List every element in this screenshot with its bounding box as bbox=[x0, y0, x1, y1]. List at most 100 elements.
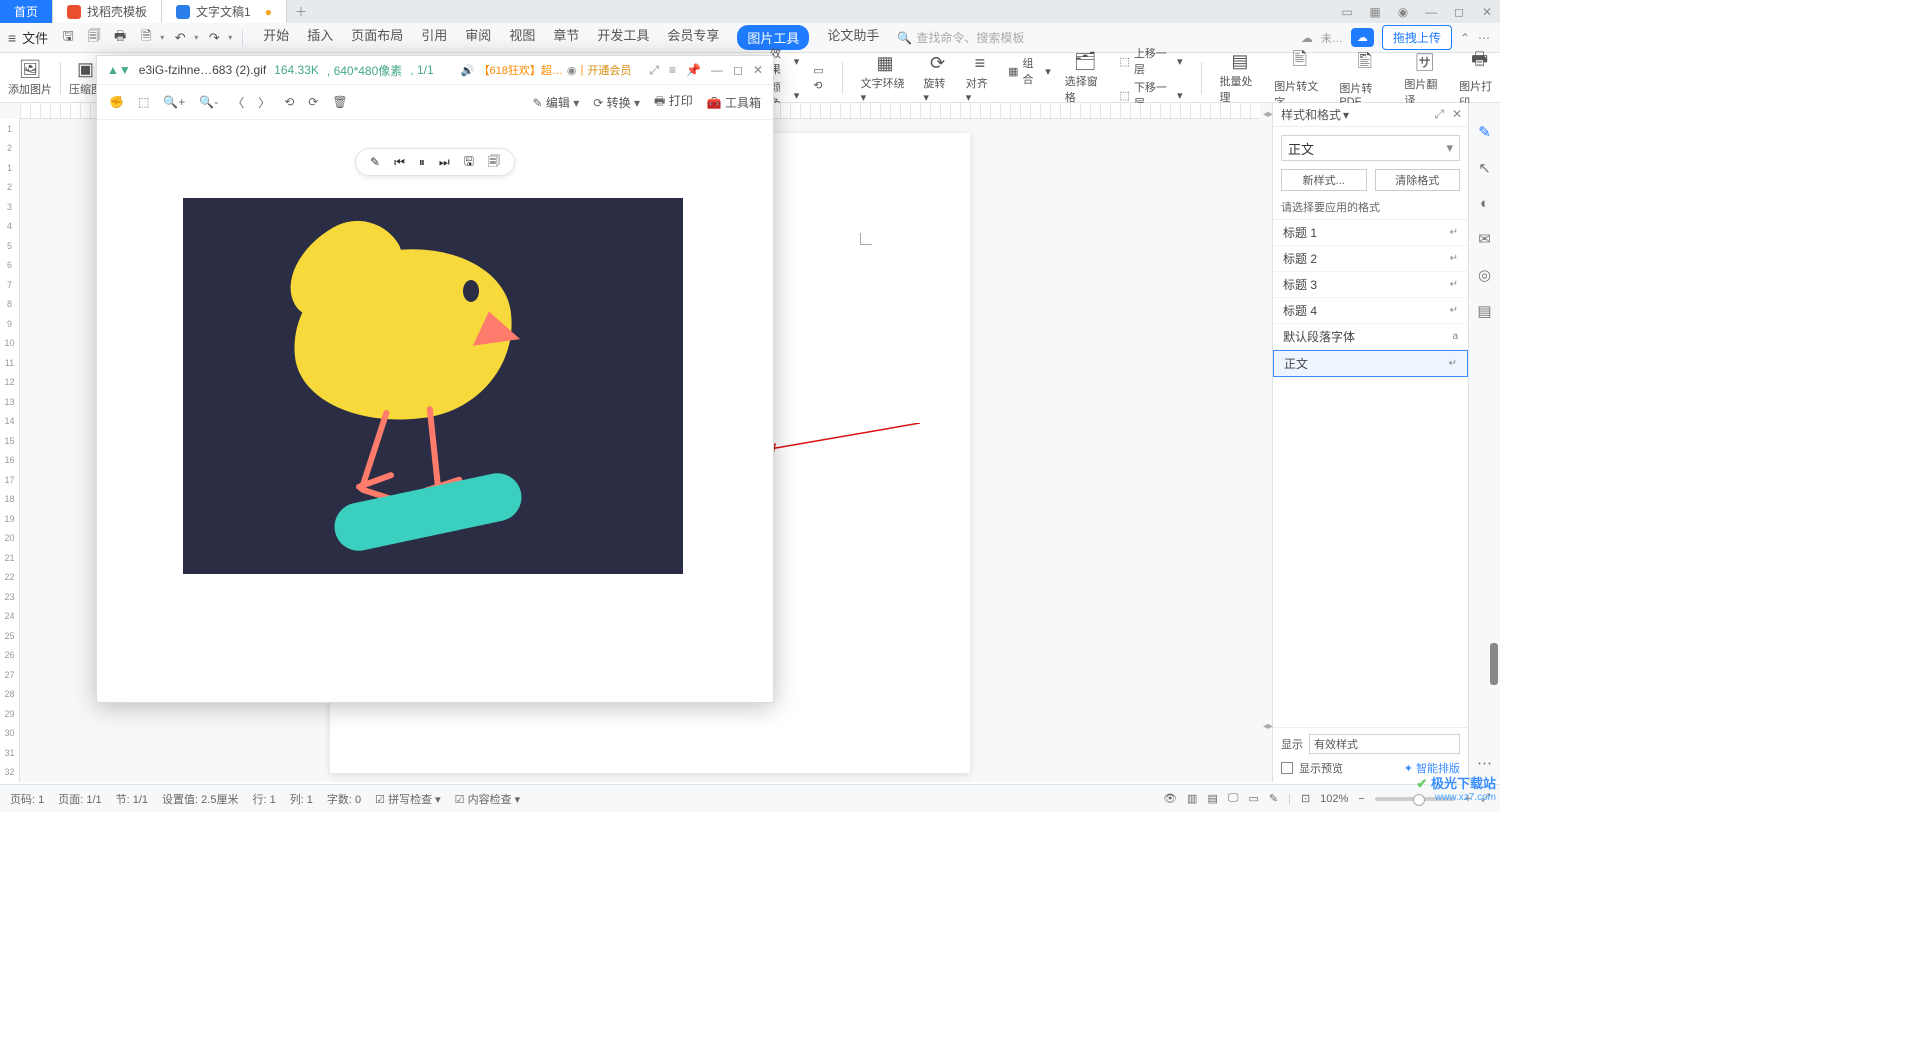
command-search[interactable]: 🔍 查找命令、搜索模板 bbox=[897, 29, 1024, 46]
status-zoom-value[interactable]: 102% bbox=[1320, 793, 1348, 805]
ribbon-bring-forward[interactable]: ⬚ 上移一层 ▾ bbox=[1120, 45, 1183, 77]
iv-convert-tool[interactable]: ⟳ 转换 ▾ bbox=[593, 94, 640, 111]
side-target-icon[interactable]: ◎ bbox=[1478, 266, 1491, 284]
iv-rotate-right-icon[interactable]: ⟳ bbox=[308, 95, 318, 109]
iv-edit-tool[interactable]: ✎ 编辑 ▾ bbox=[532, 94, 579, 111]
ribbon-pic-print[interactable]: 🖶图片打印 bbox=[1459, 47, 1500, 110]
side-cursor-icon[interactable]: ↖ bbox=[1478, 159, 1491, 177]
side-pen-icon[interactable]: ✎ bbox=[1478, 123, 1491, 141]
style-item-default-font[interactable]: 默认段落字体a bbox=[1273, 324, 1468, 350]
style-item-h4[interactable]: 标题 4↵ bbox=[1273, 298, 1468, 324]
menu-start[interactable]: 开始 bbox=[263, 25, 289, 50]
menu-reference[interactable]: 引用 bbox=[421, 25, 447, 50]
tab-home[interactable]: 首页 bbox=[0, 0, 53, 23]
iv-prev-icon[interactable]: 〈 bbox=[232, 94, 244, 111]
status-mode1-icon[interactable]: ▥ bbox=[1187, 792, 1197, 805]
iv-rotate-left-icon[interactable]: ⟲ bbox=[284, 95, 294, 109]
hamburger-icon[interactable]: ≡ bbox=[8, 30, 16, 46]
iv-next-icon[interactable]: 〉 bbox=[258, 94, 270, 111]
iv-edit2-icon[interactable]: ✎ bbox=[370, 155, 380, 169]
ribbon-pic-to-text[interactable]: 🖹图片转文字 bbox=[1274, 47, 1325, 110]
image-viewer-titlebar[interactable]: ▲▼ e3iG-fzihne…683 (2).gif 164.33K , 640… bbox=[97, 56, 773, 84]
menu-chapter[interactable]: 章节 bbox=[553, 25, 579, 50]
ribbon-combine[interactable]: ▦ 组合 ▾ bbox=[1008, 55, 1051, 87]
more-icon[interactable]: ⋯ bbox=[1478, 31, 1490, 45]
display-filter-select[interactable]: 有效样式 bbox=[1309, 734, 1460, 754]
status-mode4-icon[interactable]: ▭ bbox=[1248, 792, 1258, 805]
user-avatar-icon[interactable]: ◉ bbox=[1394, 5, 1412, 19]
iv-menu-icon[interactable]: ≡ bbox=[669, 63, 676, 78]
ribbon-pic-to-pdf[interactable]: 🖺图片转PDF bbox=[1339, 49, 1390, 108]
status-zoom-out-icon[interactable]: − bbox=[1358, 793, 1364, 805]
iv-prev-frame-icon[interactable]: ⏮ bbox=[394, 155, 405, 170]
grid-icon[interactable]: ▦ bbox=[1366, 5, 1384, 19]
iv-zoom-in-icon[interactable]: 🔍+ bbox=[163, 95, 185, 109]
menu-member[interactable]: 会员专享 bbox=[667, 25, 719, 50]
tab-document[interactable]: 文字文稿1 ● bbox=[162, 0, 287, 23]
menu-insert[interactable]: 插入 bbox=[307, 25, 333, 50]
status-col[interactable]: 列: 1 bbox=[290, 791, 313, 807]
save-icon[interactable]: 🖫 bbox=[58, 28, 78, 48]
iv-fit-icon[interactable]: ⬚ bbox=[138, 95, 149, 109]
save-as-icon[interactable]: 🗐 bbox=[84, 28, 104, 48]
iv-minimize-icon[interactable]: — bbox=[711, 63, 723, 78]
minimize-icon[interactable]: — bbox=[1422, 5, 1440, 19]
promo-avatar-icon[interactable]: ◉ bbox=[567, 64, 577, 77]
iv-hand-icon[interactable]: ✊ bbox=[109, 95, 124, 109]
smart-layout-link[interactable]: ✦智能排版 bbox=[1404, 760, 1460, 776]
ribbon-pic-translate[interactable]: 🈂图片翻译 bbox=[1404, 49, 1445, 108]
status-mode2-icon[interactable]: ▤ bbox=[1207, 792, 1217, 805]
cloud-badge-icon[interactable]: ☁ bbox=[1351, 28, 1374, 47]
image-canvas[interactable] bbox=[183, 198, 683, 574]
status-brush-icon[interactable]: ✎ bbox=[1269, 792, 1278, 805]
status-spellcheck[interactable]: ☑ 拼写检查 ▾ bbox=[375, 791, 441, 807]
iv-zoom-out-icon[interactable]: 🔍- bbox=[199, 95, 218, 109]
current-style-select[interactable]: 正文 bbox=[1281, 135, 1460, 161]
redo-icon[interactable]: ↷ bbox=[204, 28, 224, 48]
panel-pin-icon[interactable]: ⤢ bbox=[1434, 107, 1444, 122]
close-icon[interactable]: ✕ bbox=[1478, 5, 1496, 19]
collapse-ribbon-icon[interactable]: ⌃ bbox=[1460, 31, 1470, 45]
print-icon[interactable]: 🖶 bbox=[110, 28, 130, 48]
menu-review[interactable]: 审阅 bbox=[465, 25, 491, 50]
side-book-icon[interactable]: ▤ bbox=[1477, 302, 1491, 320]
status-contentcheck[interactable]: ☑ 内容检查 ▾ bbox=[455, 791, 521, 807]
iv-maximize-icon[interactable]: ◻ bbox=[733, 63, 743, 78]
ribbon-wrap[interactable]: ▦文字环绕 ▾ bbox=[861, 53, 910, 104]
promo-text[interactable]: 【618狂欢】超… bbox=[479, 62, 563, 78]
iv-next-frame-icon[interactable]: ⏭ bbox=[439, 155, 450, 170]
status-section[interactable]: 节: 1/1 bbox=[116, 791, 148, 807]
ribbon-align[interactable]: ≡对齐 ▾ bbox=[966, 53, 994, 104]
clear-format-button[interactable]: 清除格式 bbox=[1375, 169, 1461, 191]
ribbon-reset-icon[interactable]: ⟲ bbox=[813, 79, 823, 92]
ribbon-effect[interactable]: 效果 ▾ bbox=[770, 45, 799, 77]
iv-close-icon[interactable]: ✕ bbox=[753, 63, 763, 78]
status-pos[interactable]: 设置值: 2.5厘米 bbox=[162, 791, 238, 807]
side-shape-icon[interactable]: ◐ bbox=[1480, 195, 1489, 212]
status-mode3-icon[interactable]: 🖵 bbox=[1228, 792, 1239, 805]
ribbon-crop-rect-icon[interactable]: ▭ bbox=[813, 64, 823, 77]
iv-print-tool[interactable]: 🖶 打印 bbox=[654, 92, 693, 113]
menu-thesis[interactable]: 论文助手 bbox=[827, 25, 879, 50]
panel-collapse-top-icon[interactable]: ◂▸ bbox=[1263, 109, 1271, 120]
side-grip[interactable] bbox=[1490, 643, 1498, 685]
tab-templates[interactable]: 找稻壳模板 bbox=[53, 0, 162, 23]
iv-delete-icon[interactable]: 🗑 bbox=[332, 95, 347, 109]
tab-add[interactable]: ＋ bbox=[287, 0, 315, 23]
layout-icon[interactable]: ▭ bbox=[1338, 5, 1356, 19]
style-item-h3[interactable]: 标题 3↵ bbox=[1273, 272, 1468, 298]
menu-page-layout[interactable]: 页面布局 bbox=[351, 25, 403, 50]
member-link[interactable]: 开通会员 bbox=[587, 62, 631, 78]
iv-save-icon[interactable]: 🖫 bbox=[464, 152, 474, 173]
print-preview-icon[interactable]: 🗎 bbox=[136, 28, 156, 48]
iv-export-icon[interactable]: 🗐 bbox=[488, 152, 500, 173]
upload-button[interactable]: 拖拽上传 bbox=[1382, 25, 1452, 50]
undo-icon[interactable]: ↶ bbox=[170, 28, 190, 48]
status-words[interactable]: 字数: 0 bbox=[327, 791, 361, 807]
panel-close-icon[interactable]: ✕ bbox=[1452, 107, 1462, 122]
menu-devtools[interactable]: 开发工具 bbox=[597, 25, 649, 50]
side-more-icon[interactable]: ⋯ bbox=[1477, 754, 1492, 772]
new-style-button[interactable]: 新样式... bbox=[1281, 169, 1367, 191]
side-chat-icon[interactable]: ✉ bbox=[1478, 230, 1491, 248]
iv-pause-icon[interactable]: ⏸ bbox=[419, 155, 425, 170]
